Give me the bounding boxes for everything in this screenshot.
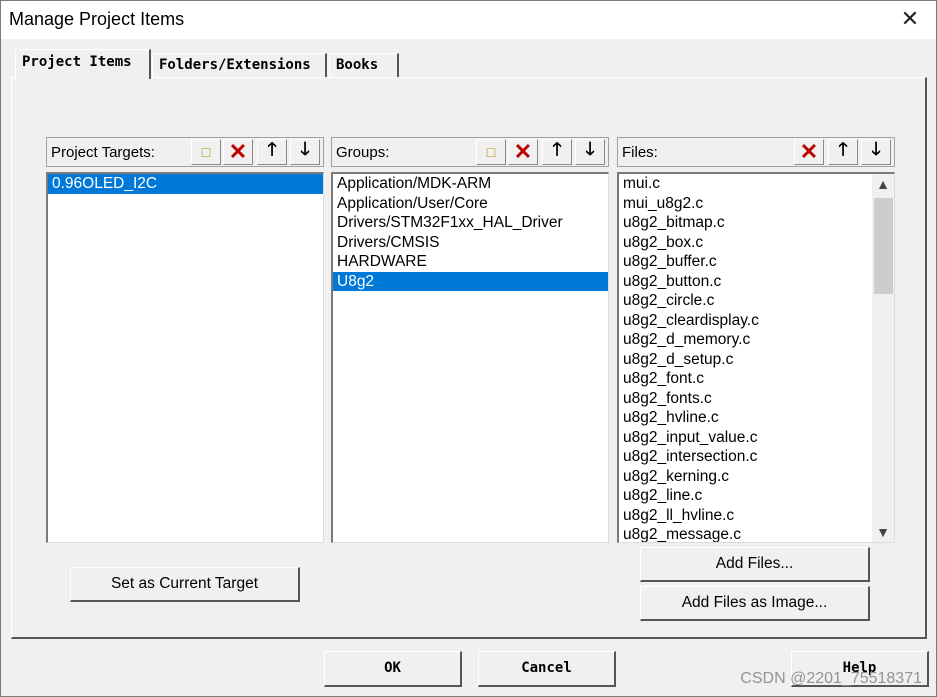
list-item[interactable]: u8g2_box.c xyxy=(619,233,894,253)
files-header: Files: ✕ 🡑 🡓 xyxy=(617,137,895,167)
list-item[interactable]: u8g2_buffer.c xyxy=(619,252,894,272)
close-icon[interactable]: ✕ xyxy=(898,7,922,31)
manage-project-items-dialog: Manage Project Items ✕ Project Items Fol… xyxy=(0,0,937,697)
move-up-icon[interactable]: 🡑 xyxy=(542,139,572,165)
list-item[interactable]: u8g2_kerning.c xyxy=(619,467,894,487)
list-item[interactable]: u8g2_hvline.c xyxy=(619,408,894,428)
chevron-up-icon[interactable]: ▲ xyxy=(872,174,894,194)
list-item[interactable]: u8g2_line.c xyxy=(619,486,894,506)
list-item[interactable]: 0.96OLED_I2C xyxy=(48,174,323,194)
delete-icon[interactable]: ✕ xyxy=(508,139,538,165)
files-items: mui.c mui_u8g2.c u8g2_bitmap.c u8g2_box.c u8… xyxy=(619,174,894,542)
files-label: Files: xyxy=(622,144,658,161)
list-item[interactable]: u8g2_intersection.c xyxy=(619,447,894,467)
list-item[interactable]: u8g2_bitmap.c xyxy=(619,213,894,233)
project-targets-label: Project Targets: xyxy=(51,144,155,161)
list-item[interactable]: u8g2_d_memory.c xyxy=(619,330,894,350)
list-item[interactable]: Application/MDK-ARM xyxy=(333,174,608,194)
groups-list[interactable]: Application/MDK-ARM Application/User/Cor… xyxy=(331,172,609,543)
title-bar: Manage Project Items ✕ xyxy=(1,1,936,39)
move-down-icon[interactable]: 🡓 xyxy=(861,139,891,165)
list-item[interactable]: u8g2_cleardisplay.c xyxy=(619,311,894,331)
dialog-title: Manage Project Items xyxy=(9,9,185,29)
add-files-as-image-button[interactable]: Add Files as Image... xyxy=(640,586,870,621)
cancel-button[interactable]: Cancel xyxy=(478,651,616,687)
tab-folders-extensions[interactable]: Folders/Extensions xyxy=(152,53,327,77)
move-up-icon[interactable]: 🡑 xyxy=(257,139,287,165)
list-item[interactable]: Drivers/CMSIS xyxy=(333,233,608,253)
list-item[interactable]: mui_u8g2.c xyxy=(619,194,894,214)
move-up-icon[interactable]: 🡑 xyxy=(828,139,858,165)
list-item[interactable]: u8g2_ll_hvline.c xyxy=(619,506,894,526)
list-item[interactable]: u8g2_message.c xyxy=(619,525,894,542)
tab-books[interactable]: Books xyxy=(329,53,399,77)
list-item[interactable]: u8g2_fonts.c xyxy=(619,389,894,409)
files-scrollbar[interactable]: ▲ ▼ xyxy=(872,174,894,542)
set-current-target-button[interactable]: Set as Current Target xyxy=(70,567,300,602)
list-item[interactable]: u8g2_input_value.c xyxy=(619,428,894,448)
list-item[interactable]: u8g2_d_setup.c xyxy=(619,350,894,370)
ok-button[interactable]: OK xyxy=(324,651,462,687)
list-item[interactable]: u8g2_font.c xyxy=(619,369,894,389)
project-targets-header: Project Targets: □ ✕ 🡑 🡓 xyxy=(46,137,324,167)
tab-project-items[interactable]: Project Items xyxy=(15,49,151,79)
list-item[interactable]: u8g2_circle.c xyxy=(619,291,894,311)
delete-icon[interactable]: ✕ xyxy=(794,139,824,165)
groups-header: Groups: □ ✕ 🡑 🡓 xyxy=(331,137,609,167)
files-list[interactable]: mui.c mui_u8g2.c u8g2_bitmap.c u8g2_box.c u8… xyxy=(617,172,895,543)
move-down-icon[interactable]: 🡓 xyxy=(290,139,320,165)
delete-icon[interactable]: ✕ xyxy=(223,139,253,165)
list-item[interactable]: Drivers/STM32F1xx_HAL_Driver xyxy=(333,213,608,233)
add-files-button[interactable]: Add Files... xyxy=(640,547,870,582)
list-item[interactable]: HARDWARE xyxy=(333,252,608,272)
list-item[interactable]: u8g2_button.c xyxy=(619,272,894,292)
new-item-icon[interactable]: □ xyxy=(191,139,221,165)
list-item[interactable]: U8g2 xyxy=(333,271,608,291)
project-targets-list[interactable]: 0.96OLED_I2C xyxy=(46,172,324,543)
chevron-down-icon[interactable]: ▼ xyxy=(872,522,894,542)
scroll-thumb[interactable] xyxy=(874,198,893,294)
new-item-icon[interactable]: □ xyxy=(476,139,506,165)
list-item[interactable]: Application/User/Core xyxy=(333,194,608,214)
groups-label: Groups: xyxy=(336,144,390,161)
watermark: CSDN @2201_75518371 xyxy=(740,670,922,687)
move-down-icon[interactable]: 🡓 xyxy=(575,139,605,165)
list-item[interactable]: mui.c xyxy=(619,174,894,194)
project-items-panel: Project Targets: □ ✕ 🡑 🡓 0.96OLED_I2C Gr… xyxy=(11,77,927,639)
